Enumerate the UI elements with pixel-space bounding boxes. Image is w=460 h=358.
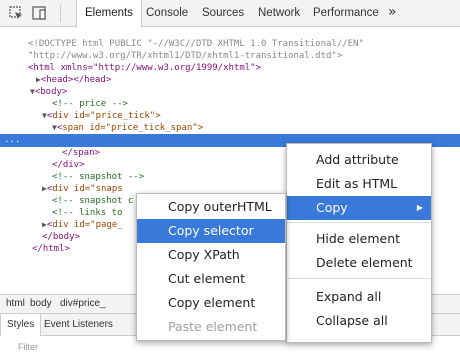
selected-gutter-ellipsis: ... — [4, 135, 21, 145]
tab-event-listeners[interactable]: Event Listeners — [38, 314, 119, 336]
copy-submenu: Copy outerHTML Copy selector Copy XPath … — [136, 193, 286, 341]
comment-price-text: <!-- price --> — [52, 99, 128, 109]
filter-input[interactable]: Filter — [18, 342, 38, 352]
doctype-text: <!DOCTYPE html PUBLIC "-//W3C//DTD XHTML… — [28, 39, 364, 49]
tree-line-doctype[interactable]: <!DOCTYPE html PUBLIC "-//W3C//DTD XHTML… — [28, 38, 460, 50]
menu-item-expand-all[interactable]: Expand all — [287, 285, 431, 309]
menu-item-hide-element[interactable]: Hide element — [287, 227, 431, 251]
menu-item-add-attribute[interactable]: Add attribute — [287, 148, 431, 172]
more-tabs-icon[interactable]: » — [388, 0, 397, 27]
tree-line-body[interactable]: ▼<body> — [30, 86, 460, 98]
comment-links-text: <!-- links to — [52, 208, 123, 218]
tree-line-div-price-tick[interactable]: ▼<div id="price_tick"> — [42, 110, 460, 122]
tab-console[interactable]: Console — [138, 0, 196, 27]
html-tag-text: html xmlns="http://www.w3.org/1999/xhtml… — [33, 63, 256, 73]
tree-line-comment-price[interactable]: <!-- price --> — [52, 98, 460, 110]
crumb-body[interactable]: body — [30, 298, 52, 309]
crumb-html[interactable]: html — [6, 298, 25, 309]
menu-item-copy[interactable]: Copy ▶ — [287, 196, 431, 220]
menu-item-cut-element[interactable]: Cut element — [137, 267, 285, 291]
menu-separator — [287, 222, 431, 223]
tab-elements[interactable]: Elements — [76, 0, 142, 28]
menu-item-delete-element[interactable]: Delete element — [287, 251, 431, 275]
menu-item-copy-element[interactable]: Copy element — [137, 291, 285, 315]
devtools-toolbar: Elements Console Sources Network Perform… — [0, 0, 460, 28]
div-snapshot-text: div id="snaps — [52, 184, 123, 194]
crumb-div-price[interactable]: div#price_ — [60, 298, 106, 309]
span-close-text: </span> — [62, 148, 100, 158]
div-page-text: div id="page_ — [52, 220, 123, 230]
menu-item-collapse-all[interactable]: Collapse all — [287, 309, 431, 333]
menu-item-copy-outerhtml[interactable]: Copy outerHTML — [137, 195, 285, 219]
div-close-text: </div> — [52, 160, 85, 170]
toolbar-separator — [60, 5, 61, 22]
tree-line-span-price-tick[interactable]: ▼<span id="price_tick_span"> — [52, 122, 460, 134]
menu-item-edit-as-html[interactable]: Edit as HTML — [287, 172, 431, 196]
device-toggle-icon[interactable] — [32, 5, 48, 21]
tree-line-head[interactable]: ▶<head></head> — [36, 74, 460, 86]
inspect-element-icon[interactable] — [8, 5, 24, 21]
submenu-arrow-icon: ▶ — [416, 203, 423, 212]
context-menu: Add attribute Edit as HTML Copy ▶ Hide e… — [286, 143, 432, 343]
comment-snapshot-c-text: <!-- snapshot c — [52, 196, 134, 206]
tree-line-doctype-url[interactable]: "http://www.w3.org/TR/xhtml1/DTD/xhtml1-… — [28, 50, 460, 62]
tree-line-html[interactable]: <html xmlns="http://www.w3.org/1999/xhtm… — [28, 62, 460, 74]
head-tag-text: head></head> — [46, 75, 112, 85]
tab-performance[interactable]: Performance — [305, 0, 387, 27]
body-close-text: </body> — [42, 232, 80, 242]
menu-item-paste-element: Paste element — [168, 319, 258, 334]
html-close-text: </html> — [32, 244, 70, 254]
tab-styles[interactable]: Styles — [0, 314, 42, 336]
doctype-url-text: "http://www.w3.org/TR/xhtml1/DTD/xhtml1-… — [28, 51, 343, 61]
div-price-tick-text: div id="price_tick"> — [52, 111, 161, 121]
menu-item-copy-xpath[interactable]: Copy XPath — [137, 243, 285, 267]
span-price-tick-text: span id="price_tick_span"> — [62, 123, 204, 133]
tab-network[interactable]: Network — [250, 0, 308, 27]
tab-sources[interactable]: Sources — [194, 0, 252, 27]
menu-item-copy-selector[interactable]: Copy selector — [137, 219, 285, 243]
comment-snapshot-text: <!-- snapshot --> — [52, 172, 145, 182]
menu-item-copy-label: Copy — [316, 200, 348, 215]
body-tag-text: body> — [40, 87, 68, 97]
menu-separator — [287, 278, 431, 279]
